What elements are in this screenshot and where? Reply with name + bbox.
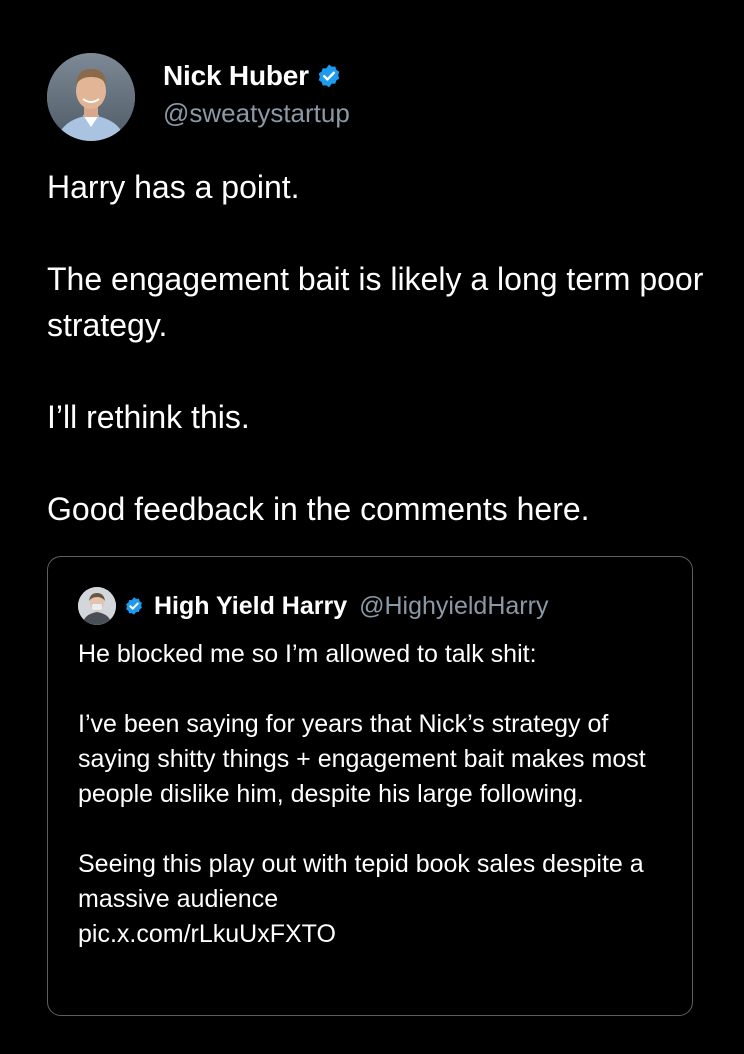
quoted-tweet-header: High Yield Harry @HighyieldHarry — [78, 587, 548, 625]
quoted-paragraph: Seeing this play out with tepid book sal… — [78, 847, 678, 952]
verified-badge-icon — [316, 63, 342, 89]
quoted-handle[interactable]: @HighyieldHarry — [359, 592, 548, 621]
quoted-tweet[interactable]: High Yield Harry @HighyieldHarry He bloc… — [47, 556, 693, 1016]
tweet-paragraph: I’ll rethink this. — [47, 399, 250, 435]
profile-photo-icon — [47, 53, 135, 141]
author-handle[interactable]: @sweatystartup — [163, 98, 350, 129]
quoted-display-name[interactable]: High Yield Harry — [154, 592, 347, 621]
author-display-name[interactable]: Nick Huber — [163, 60, 309, 92]
tweet-header: Nick Huber @sweatystartup — [47, 53, 350, 141]
tweet-paragraph: Harry has a point. — [47, 169, 300, 205]
media-link[interactable]: pic.x.com/rLkuUxFXTO — [78, 920, 336, 948]
quoted-paragraph: I’ve been saying for years that Nick’s s… — [78, 710, 646, 808]
tweet-paragraph: The engagement bait is likely a long ter… — [47, 261, 704, 343]
avatar[interactable] — [47, 53, 135, 141]
tweet-text: Harry has a point. The engagement bait i… — [47, 164, 707, 532]
author-info: Nick Huber @sweatystartup — [163, 60, 350, 129]
quoted-paragraph: He blocked me so I’m allowed to talk shi… — [78, 640, 537, 668]
profile-photo-icon — [78, 587, 116, 625]
quoted-avatar[interactable] — [78, 587, 116, 625]
tweet-paragraph: Good feedback in the comments here. — [47, 491, 590, 527]
quoted-tweet-text: He blocked me so I’m allowed to talk shi… — [78, 637, 678, 952]
quoted-paragraph-text: Seeing this play out with tepid book sal… — [78, 850, 644, 913]
name-row: Nick Huber — [163, 60, 350, 92]
tweet-card: Nick Huber @sweatystartup Harry has a po… — [0, 0, 744, 1054]
verified-badge-icon — [124, 596, 144, 616]
